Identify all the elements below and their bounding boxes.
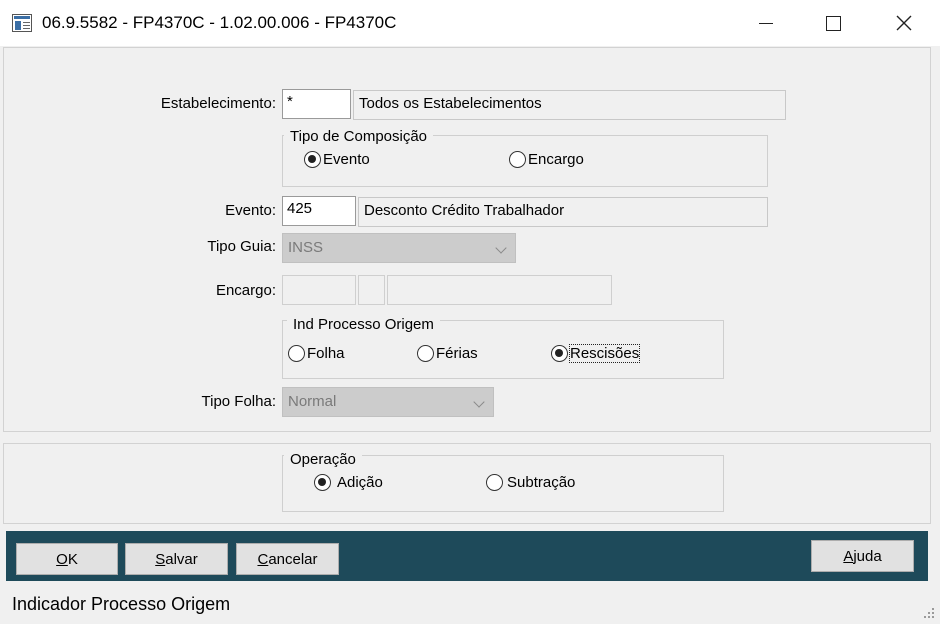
evento-label: Evento: bbox=[225, 202, 276, 219]
radio-evento[interactable]: Evento bbox=[304, 151, 370, 168]
ajuda-button-label: juda bbox=[853, 547, 882, 565]
radio-adicao[interactable]: Adição bbox=[314, 474, 383, 491]
chevron-down-icon bbox=[473, 396, 485, 408]
title-bar: 06.9.5582 - FP4370C - 1.02.00.006 - FP43… bbox=[0, 0, 940, 46]
cancelar-button[interactable]: Cancelar bbox=[236, 543, 339, 575]
tipo-guia-select[interactable]: INSS bbox=[282, 233, 516, 263]
radio-evento-circle bbox=[304, 151, 321, 168]
close-icon[interactable] bbox=[868, 0, 940, 46]
evento-description: Desconto Crédito Trabalhador bbox=[358, 197, 768, 227]
radio-ferias[interactable]: Férias bbox=[417, 345, 478, 362]
operacao-title: Operação bbox=[284, 451, 362, 468]
estabelecimento-description: Todos os Estabelecimentos bbox=[353, 90, 786, 120]
radio-ferias-label: Férias bbox=[436, 345, 478, 362]
encargo-code-input[interactable] bbox=[282, 275, 356, 305]
radio-rescisoes-label: Rescisões bbox=[568, 344, 641, 363]
ok-button[interactable]: OK bbox=[16, 543, 118, 575]
cancelar-button-mnemonic: C bbox=[257, 550, 269, 568]
salvar-button-mnemonic: S bbox=[155, 550, 166, 568]
ajuda-button-mnemonic: A bbox=[843, 547, 854, 565]
radio-folha-label: Folha bbox=[307, 345, 345, 362]
chevron-down-icon bbox=[495, 242, 507, 254]
estabelecimento-code-input[interactable]: * bbox=[282, 89, 351, 119]
radio-encargo-label: Encargo bbox=[528, 151, 584, 168]
radio-folha[interactable]: Folha bbox=[288, 345, 345, 362]
radio-encargo-circle bbox=[509, 151, 526, 168]
resize-grip-icon[interactable] bbox=[922, 606, 936, 620]
estabelecimento-label: Estabelecimento: bbox=[160, 95, 276, 112]
radio-subtracao-label: Subtração bbox=[507, 474, 576, 491]
maximize-icon[interactable] bbox=[797, 0, 869, 46]
tipo-folha-select[interactable]: Normal bbox=[282, 387, 494, 417]
tipo-composicao-title: Tipo de Composição bbox=[284, 128, 434, 145]
encargo-description bbox=[387, 275, 612, 305]
ajuda-button[interactable]: Ajuda bbox=[811, 540, 914, 572]
encargo-sub-input[interactable] bbox=[358, 275, 385, 305]
status-text: Indicador Processo Origem bbox=[12, 594, 231, 614]
ind-processo-title: Ind Processo Origem bbox=[287, 316, 440, 333]
ok-button-label: K bbox=[67, 550, 78, 568]
app-icon bbox=[12, 14, 32, 32]
radio-rescisoes[interactable]: Rescisões bbox=[551, 344, 641, 363]
ok-button-mnemonic: O bbox=[56, 550, 68, 568]
radio-rescisoes-circle bbox=[551, 345, 568, 362]
window-title: 06.9.5582 - FP4370C - 1.02.00.006 - FP43… bbox=[42, 13, 397, 32]
salvar-button-label: alvar bbox=[165, 550, 198, 568]
cancelar-button-label: ancelar bbox=[268, 550, 318, 568]
tipo-folha-value: Normal bbox=[288, 393, 337, 410]
tipo-guia-label: Tipo Guia: bbox=[207, 238, 276, 255]
radio-adicao-circle bbox=[314, 474, 331, 491]
radio-subtracao-circle bbox=[486, 474, 503, 491]
tipo-guia-value: INSS bbox=[288, 239, 324, 256]
salvar-button[interactable]: Salvar bbox=[125, 543, 228, 575]
tipo-folha-label: Tipo Folha: bbox=[201, 393, 276, 410]
radio-adicao-label: Adição bbox=[337, 474, 383, 491]
encargo-label: Encargo: bbox=[215, 282, 276, 299]
evento-code-input[interactable]: 425 bbox=[282, 196, 356, 226]
radio-evento-label: Evento bbox=[323, 151, 370, 168]
radio-ferias-circle bbox=[417, 345, 434, 362]
minimize-icon[interactable] bbox=[730, 0, 802, 46]
radio-subtracao[interactable]: Subtração bbox=[486, 474, 575, 491]
radio-folha-circle bbox=[288, 345, 305, 362]
radio-encargo[interactable]: Encargo bbox=[509, 151, 584, 168]
